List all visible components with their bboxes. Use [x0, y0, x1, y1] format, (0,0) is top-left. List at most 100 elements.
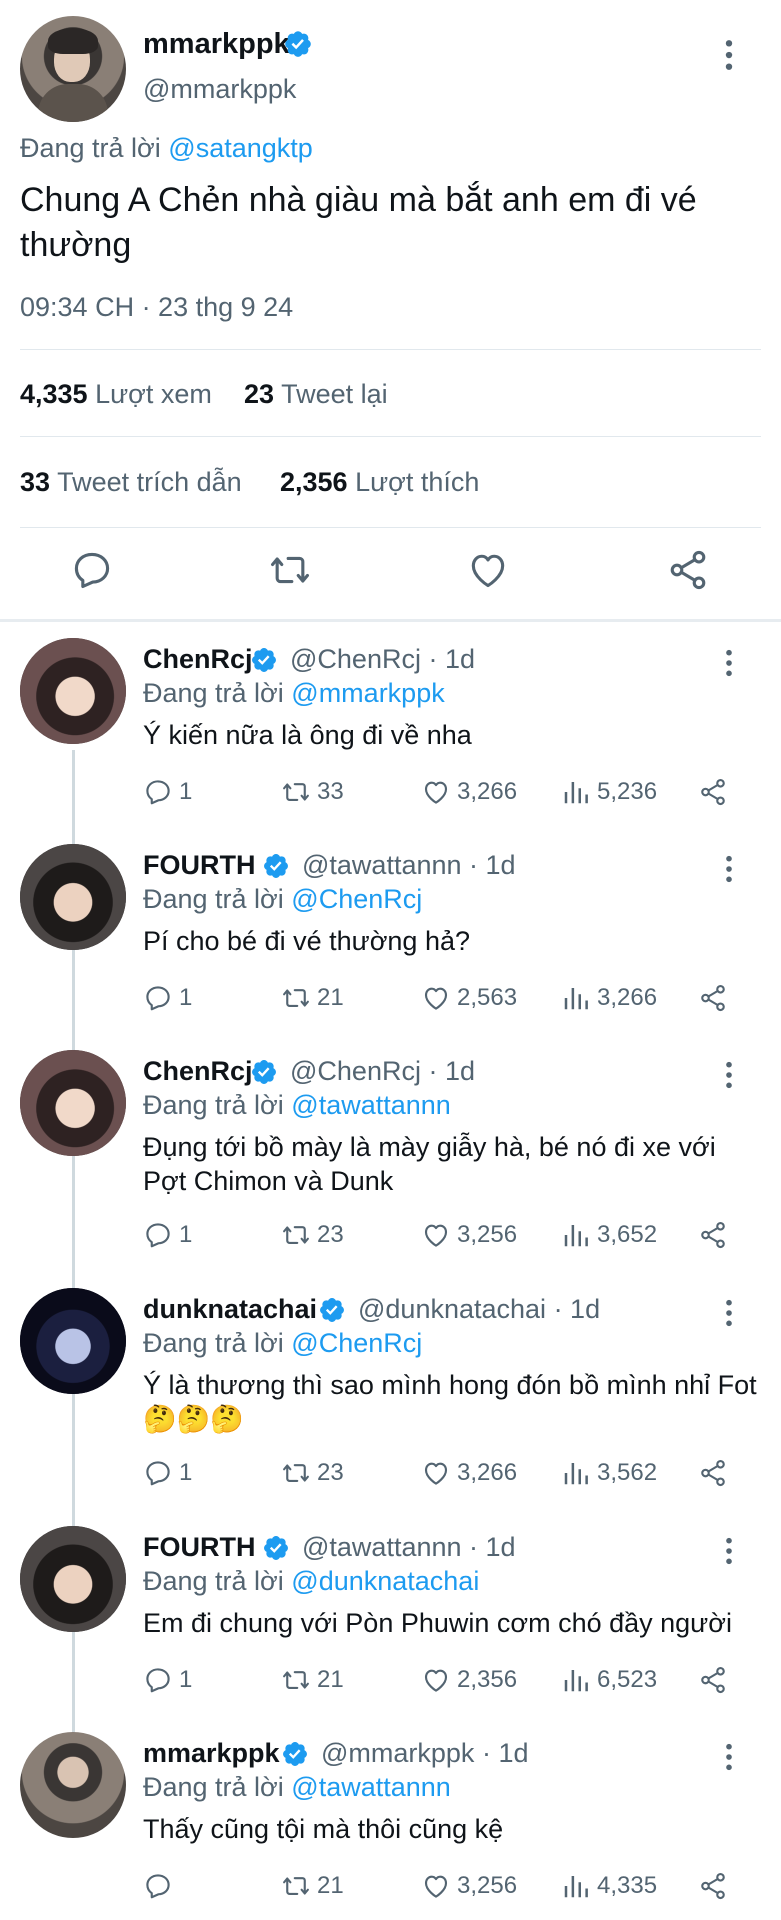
share-button[interactable]: [698, 1456, 734, 1490]
tweet-text: Thấy cũng tội mà thôi cũng kệ: [143, 1814, 504, 1844]
retweet-button[interactable]: 21: [281, 1663, 344, 1697]
reply-tweet[interactable]: dunknatachai @dunknatachai · 1d Đang trả…: [0, 1288, 781, 1520]
more-options-icon[interactable]: [724, 1742, 734, 1772]
replying-to-link[interactable]: @ChenRcj: [291, 1328, 422, 1358]
replying-to-link[interactable]: @mmarkppk: [291, 678, 444, 708]
like-button[interactable]: 3,256: [421, 1218, 517, 1252]
share-button[interactable]: [698, 1869, 734, 1903]
more-options-icon[interactable]: [724, 1060, 734, 1090]
time-ago: · 1d: [481, 1738, 529, 1768]
replying-to-link[interactable]: @satangktp: [168, 133, 313, 163]
verified-badge-icon: [318, 1296, 346, 1324]
display-name[interactable]: ChenRcj: [143, 1056, 253, 1087]
like-icon[interactable]: [466, 548, 510, 592]
user-handle[interactable]: @mmarkppk: [143, 74, 296, 105]
likes-stat[interactable]: 2,356 Lượt thích: [280, 467, 479, 498]
reply-button[interactable]: 1: [143, 1218, 192, 1252]
views-button[interactable]: 3,562: [561, 1456, 657, 1490]
retweet-icon[interactable]: [268, 548, 312, 592]
share-icon[interactable]: [666, 548, 710, 592]
reply-button[interactable]: [143, 1869, 179, 1903]
reply-button[interactable]: 1: [143, 1456, 192, 1490]
like-button[interactable]: 2,563: [421, 981, 517, 1015]
reply-action-bar: 1 23 3,256 3,652: [143, 1218, 763, 1252]
reply-tweet[interactable]: mmarkppk @mmarkppk · 1d Đang trả lời @ta…: [0, 1732, 781, 1920]
share-icon: [698, 1871, 728, 1901]
views-button[interactable]: 4,335: [561, 1869, 657, 1903]
reply-tweet[interactable]: FOURTH @tawattannn · 1d Đang trả lời @du…: [0, 1526, 781, 1726]
user-handle[interactable]: @dunknatachai: [358, 1294, 546, 1324]
share-button[interactable]: [698, 1218, 734, 1252]
main-tweet: mmarkppk @mmarkppk Đang trả lời @satangk…: [0, 0, 781, 622]
user-handle[interactable]: @mmarkppk: [321, 1738, 474, 1768]
divider: [20, 527, 761, 528]
verified-badge-icon: [262, 852, 290, 880]
views-button[interactable]: 3,266: [561, 981, 657, 1015]
tweet-timestamp[interactable]: 09:34 CH · 23 thg 9 24: [20, 292, 293, 323]
views-count: 4,335: [20, 379, 88, 409]
user-handle[interactable]: @ChenRcj: [290, 1056, 421, 1086]
retweet-button[interactable]: 23: [281, 1456, 344, 1490]
reply-tweet[interactable]: FOURTH @tawattannn · 1d Đang trả lời @Ch…: [0, 844, 781, 1044]
avatar[interactable]: [20, 1526, 126, 1632]
replying-to-link[interactable]: @tawattannn: [291, 1090, 451, 1120]
avatar[interactable]: [20, 1732, 126, 1838]
user-handle[interactable]: @tawattannn: [302, 1532, 462, 1562]
replying-to-link[interactable]: @dunknatachai: [291, 1566, 479, 1596]
display-name[interactable]: ChenRcj: [143, 644, 253, 675]
reply-tweet[interactable]: ChenRcj @ChenRcj · 1d Đang trả lời @mmar…: [0, 638, 781, 838]
like-button[interactable]: 2,356: [421, 1663, 517, 1697]
retweet-button[interactable]: 21: [281, 1869, 344, 1903]
like-count: 3,266: [457, 778, 518, 805]
display-name[interactable]: FOURTH: [143, 1532, 255, 1563]
retweets-stat[interactable]: 23 Tweet lại: [244, 379, 388, 410]
reply-action-bar: 1 21 2,356 6,523: [143, 1663, 763, 1697]
views-stat[interactable]: 4,335 Lượt xem: [20, 379, 212, 410]
retweet-button[interactable]: 33: [281, 775, 344, 809]
share-button[interactable]: [698, 1663, 734, 1697]
share-button[interactable]: [698, 775, 734, 809]
reply-button[interactable]: 1: [143, 775, 192, 809]
like-button[interactable]: 3,266: [421, 1456, 517, 1490]
user-handle[interactable]: @ChenRcj: [290, 644, 421, 674]
retweet-button[interactable]: 21: [281, 981, 344, 1015]
retweet-button[interactable]: 23: [281, 1218, 344, 1252]
like-count: 3,256: [457, 1221, 518, 1248]
replying-to-link[interactable]: @ChenRcj: [291, 884, 422, 914]
display-name[interactable]: mmarkppk: [143, 1738, 280, 1769]
tweet-action-bar: [0, 548, 781, 608]
stats-row-2: 33 Tweet trích dẫn 2,356 Lượt thích: [20, 467, 761, 499]
reply-tweet[interactable]: ChenRcj @ChenRcj · 1d Đang trả lời @tawa…: [0, 1050, 781, 1282]
reply-icon[interactable]: [70, 548, 114, 592]
reply-button[interactable]: 1: [143, 1663, 192, 1697]
like-button[interactable]: 3,256: [421, 1869, 517, 1903]
avatar[interactable]: [20, 844, 126, 950]
avatar[interactable]: [20, 1288, 126, 1394]
display-name[interactable]: dunknatachai: [143, 1294, 317, 1325]
views-button[interactable]: 3,652: [561, 1218, 657, 1252]
more-options-icon[interactable]: [724, 1298, 734, 1328]
quotes-stat[interactable]: 33 Tweet trích dẫn: [20, 467, 242, 498]
reply-button[interactable]: 1: [143, 981, 192, 1015]
replying-to: Đang trả lời @tawattannn: [143, 1772, 451, 1803]
retweet-count: 21: [317, 1872, 344, 1899]
replying-to-link[interactable]: @tawattannn: [291, 1772, 451, 1802]
share-button[interactable]: [698, 981, 734, 1015]
views-count: 3,562: [597, 1459, 658, 1486]
retweet-count: 21: [317, 1666, 344, 1693]
time-ago: · 1d: [428, 644, 475, 674]
views-button[interactable]: 5,236: [561, 775, 657, 809]
more-options-icon[interactable]: [724, 648, 734, 678]
views-button[interactable]: 6,523: [561, 1663, 657, 1697]
display-name[interactable]: FOURTH: [143, 850, 255, 881]
avatar[interactable]: [20, 16, 126, 122]
avatar[interactable]: [20, 638, 126, 744]
display-name[interactable]: mmarkppk: [143, 28, 290, 61]
like-count: 3,256: [457, 1872, 518, 1899]
like-button[interactable]: 3,266: [421, 775, 517, 809]
more-options-icon[interactable]: [724, 854, 734, 884]
avatar[interactable]: [20, 1050, 126, 1156]
more-options-icon[interactable]: [724, 38, 734, 72]
more-options-icon[interactable]: [724, 1536, 734, 1566]
user-handle[interactable]: @tawattannn: [302, 850, 462, 880]
